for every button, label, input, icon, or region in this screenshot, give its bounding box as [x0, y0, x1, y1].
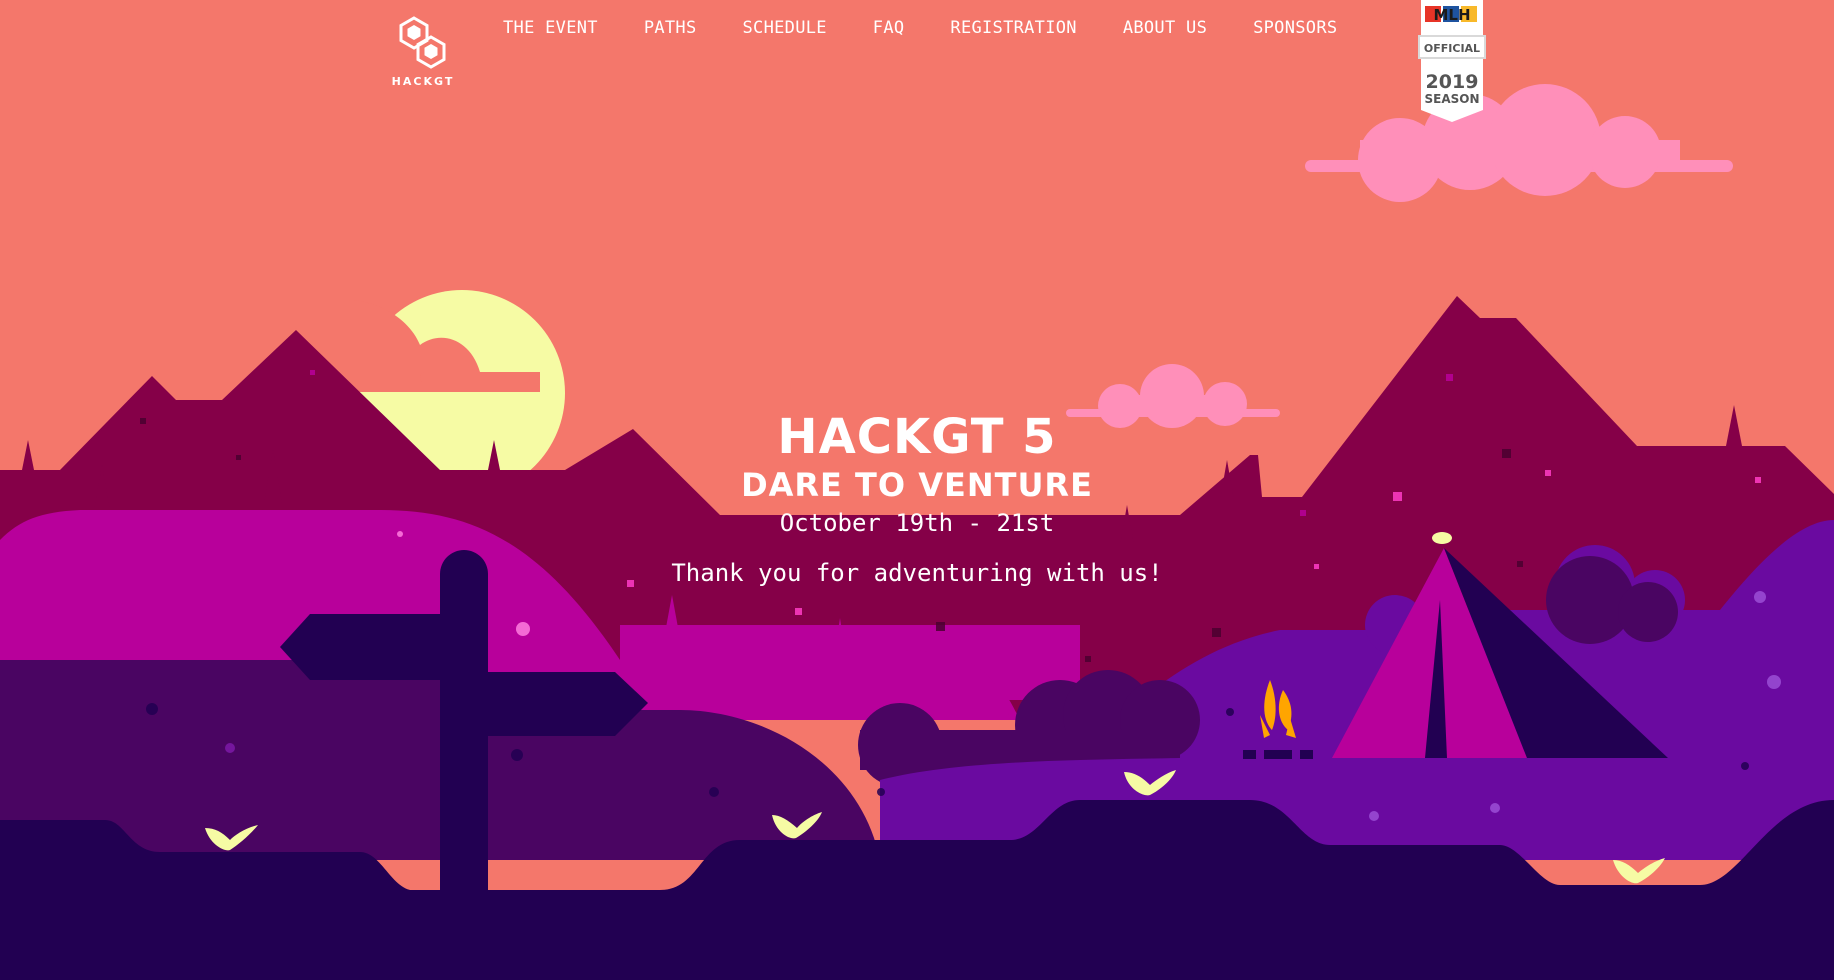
- main-navigation: THE EVENT PATHS SCHEDULE FAQ REGISTRATIO…: [503, 16, 1337, 40]
- nav-registration[interactable]: REGISTRATION: [950, 18, 1076, 38]
- mlh-season-text: SEASON: [1424, 92, 1479, 106]
- nav-paths[interactable]: PATHS: [644, 18, 697, 38]
- nav-faq[interactable]: FAQ: [873, 18, 905, 38]
- hexagon-pair-logo-icon: [399, 16, 446, 69]
- hero-subtitle: DARE TO VENTURE: [741, 466, 1093, 504]
- nav-about-us[interactable]: ABOUT US: [1123, 18, 1207, 38]
- nav-the-event[interactable]: THE EVENT: [503, 18, 598, 38]
- sun-cloud-bar: [420, 372, 530, 383]
- logo-text: HACKGT: [391, 75, 455, 88]
- nav-sponsors[interactable]: SPONSORS: [1253, 18, 1337, 38]
- hackgt-logo[interactable]: HACKGT: [391, 16, 455, 90]
- mlh-trust-badge[interactable]: MLH OFFICIAL 2019 SEASON: [1417, 0, 1487, 122]
- hero-title: HACKGT 5: [777, 409, 1057, 465]
- hero-section: HACKGT 5 DARE TO VENTURE October 19th - …: [517, 408, 1317, 590]
- event-dates: October 19th - 21st: [779, 509, 1055, 537]
- mlh-official-text: OFFICIAL: [1424, 42, 1480, 55]
- mlh-badge-graphic: MLH OFFICIAL 2019 SEASON: [1418, 0, 1486, 122]
- thank-you-message: Thank you for adventuring with us!: [671, 559, 1163, 587]
- nav-schedule[interactable]: SCHEDULE: [743, 18, 827, 38]
- mlh-brand-text: MLH: [1433, 6, 1470, 24]
- mlh-year-text: 2019: [1426, 71, 1479, 93]
